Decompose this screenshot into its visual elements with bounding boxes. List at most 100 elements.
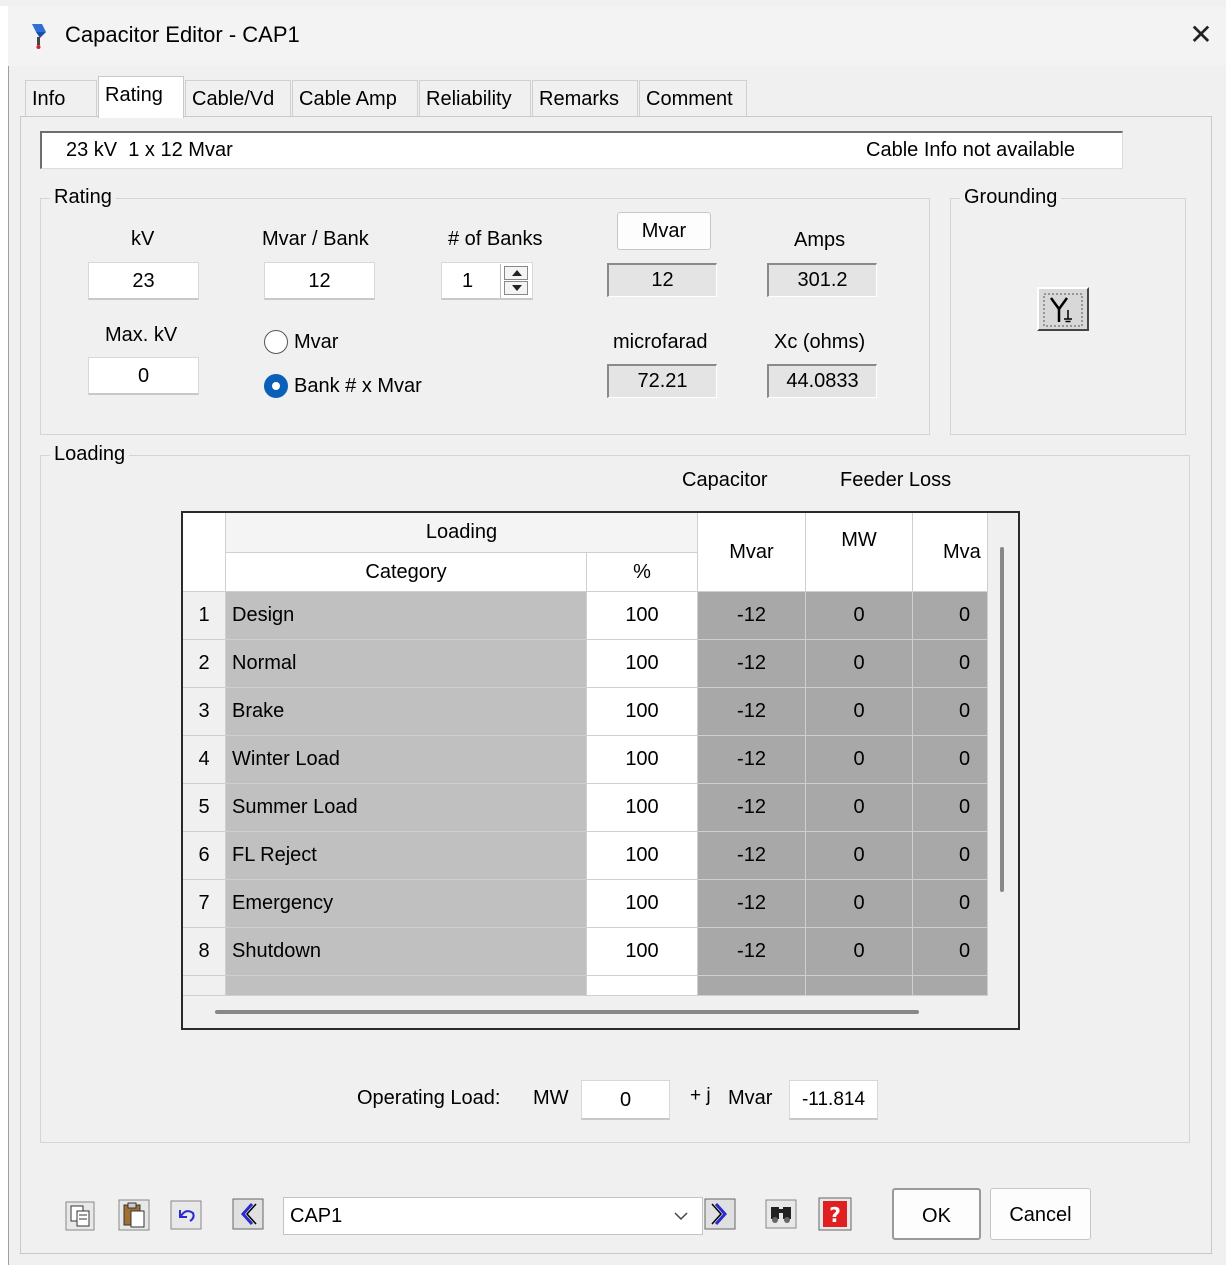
horizontal-scroll-thumb[interactable] xyxy=(215,1010,919,1014)
cancel-button[interactable]: Cancel xyxy=(990,1188,1091,1240)
percent-cell[interactable]: 100 xyxy=(587,736,698,784)
tab-cable-amp[interactable]: Cable Amp xyxy=(292,80,418,116)
category-cell[interactable]: Design xyxy=(226,592,587,640)
category-cell[interactable]: Winter Load xyxy=(226,736,587,784)
mvar-per-bank-label: Mvar / Bank xyxy=(262,228,369,250)
mw-cell: 0 xyxy=(806,880,913,928)
row-number: 2 xyxy=(183,640,226,688)
loading-group-title: Loading xyxy=(50,443,130,466)
row-number: 5 xyxy=(183,784,226,832)
mva-cell: 0 xyxy=(913,784,988,832)
col-percent-header[interactable]: % xyxy=(587,553,698,592)
mvar-cell-partial xyxy=(698,976,806,996)
undo-icon[interactable] xyxy=(170,1200,202,1230)
col-mvar-header[interactable]: Mvar xyxy=(698,513,806,592)
bank-x-mvar-radio[interactable] xyxy=(264,374,288,398)
mvar-radio[interactable] xyxy=(264,330,288,354)
ok-button[interactable]: OK xyxy=(892,1188,981,1240)
category-cell[interactable]: Summer Load xyxy=(226,784,587,832)
vertical-scrollbar[interactable] xyxy=(988,513,1018,996)
kv-label: kV xyxy=(131,228,155,250)
tab-comment[interactable]: Comment xyxy=(639,80,747,116)
operating-mw-input[interactable]: 0 xyxy=(581,1080,670,1120)
copy-icon[interactable] xyxy=(65,1201,95,1231)
row-number: 4 xyxy=(183,736,226,784)
spin-up-icon[interactable] xyxy=(504,266,528,280)
mw-cell: 0 xyxy=(806,832,913,880)
category-cell-partial xyxy=(226,976,587,996)
tab-reliability[interactable]: Reliability xyxy=(419,80,531,116)
mvar-radio-label[interactable]: Mvar xyxy=(294,331,338,354)
wye-grounded-icon xyxy=(1043,293,1083,327)
help-icon[interactable]: ? xyxy=(818,1197,852,1231)
xc-label: Xc (ohms) xyxy=(774,331,866,353)
tab-remarks[interactable]: Remarks xyxy=(532,80,638,116)
mva-cell: 0 xyxy=(913,880,988,928)
mvar-cell: -12 xyxy=(698,928,806,976)
number-of-banks-label: # of Banks xyxy=(448,228,543,250)
horizontal-scrollbar[interactable] xyxy=(183,996,1018,1028)
operating-mw-label: MW xyxy=(533,1087,569,1109)
tab-cable-vd[interactable]: Cable/Vd xyxy=(185,80,291,116)
category-cell[interactable]: FL Reject xyxy=(226,832,587,880)
mva-cell: 0 xyxy=(913,832,988,880)
previous-icon[interactable] xyxy=(232,1198,264,1230)
row-number: 1 xyxy=(183,592,226,640)
mva-cell: 0 xyxy=(913,928,988,976)
mva-cell: 0 xyxy=(913,640,988,688)
operating-load-label: Operating Load: xyxy=(357,1087,501,1109)
chevron-down-icon[interactable] xyxy=(674,1211,688,1221)
percent-cell[interactable]: 100 xyxy=(587,928,698,976)
close-icon[interactable]: ✕ xyxy=(1184,18,1218,52)
kv-input[interactable]: 23 xyxy=(88,262,199,300)
rating-summary: 23 kV 1 x 12 Mvar xyxy=(66,139,233,161)
mw-cell: 0 xyxy=(806,928,913,976)
vertical-scroll-thumb[interactable] xyxy=(1000,547,1004,892)
tab-rating[interactable]: Rating xyxy=(98,76,184,118)
operating-mvar-input[interactable]: -11.814 xyxy=(789,1080,878,1120)
element-select[interactable]: CAP1 xyxy=(283,1197,703,1235)
mw-cell-partial xyxy=(806,976,913,996)
category-cell[interactable]: Shutdown xyxy=(226,928,587,976)
mw-cell: 0 xyxy=(806,640,913,688)
percent-cell[interactable]: 100 xyxy=(587,592,698,640)
banks-spinner[interactable] xyxy=(500,264,530,298)
percent-cell[interactable]: 100 xyxy=(587,640,698,688)
find-icon[interactable] xyxy=(765,1199,797,1229)
percent-cell[interactable]: 100 xyxy=(587,784,698,832)
category-cell[interactable]: Brake xyxy=(226,688,587,736)
percent-cell[interactable]: 100 xyxy=(587,832,698,880)
percent-cell[interactable]: 100 xyxy=(587,688,698,736)
next-icon[interactable] xyxy=(704,1198,736,1230)
paste-icon[interactable] xyxy=(118,1199,150,1231)
row-number: 7 xyxy=(183,880,226,928)
loading-grid[interactable]: Loading Category % Mvar MW Mva 1 Design 10… xyxy=(181,511,1020,1030)
row-number: 8 xyxy=(183,928,226,976)
mvar-button[interactable]: Mvar xyxy=(617,212,711,250)
col-mva-header[interactable]: Mva xyxy=(913,513,988,592)
spin-down-icon[interactable] xyxy=(504,281,528,295)
mvar-cell: -12 xyxy=(698,784,806,832)
operating-mvar-label: Mvar xyxy=(728,1087,773,1109)
element-select-value: CAP1 xyxy=(290,1205,343,1227)
mvar-per-bank-input[interactable]: 12 xyxy=(264,262,375,300)
mw-cell: 0 xyxy=(806,736,913,784)
bank-x-mvar-radio-label[interactable]: Bank # x Mvar xyxy=(294,375,422,398)
svg-text:?: ? xyxy=(829,1203,841,1227)
col-category-header[interactable]: Category xyxy=(226,553,587,592)
max-kv-input[interactable]: 0 xyxy=(88,357,199,395)
tab-info[interactable]: Info xyxy=(25,80,97,116)
mva-cell: 0 xyxy=(913,736,988,784)
mva-cell-partial xyxy=(913,976,988,996)
category-cell[interactable]: Emergency xyxy=(226,880,587,928)
category-cell[interactable]: Normal xyxy=(226,640,587,688)
col-mw-header[interactable]: MW xyxy=(806,513,913,592)
microfarad-label: microfarad xyxy=(613,331,708,353)
amps-label: Amps xyxy=(794,229,846,251)
amps-value: 301.2 xyxy=(767,263,877,297)
percent-cell[interactable]: 100 xyxy=(587,880,698,928)
mvar-cell: -12 xyxy=(698,880,806,928)
percent-cell-partial xyxy=(587,976,698,996)
microfarad-value: 72.21 xyxy=(607,364,717,398)
grounding-button[interactable] xyxy=(1037,287,1089,331)
